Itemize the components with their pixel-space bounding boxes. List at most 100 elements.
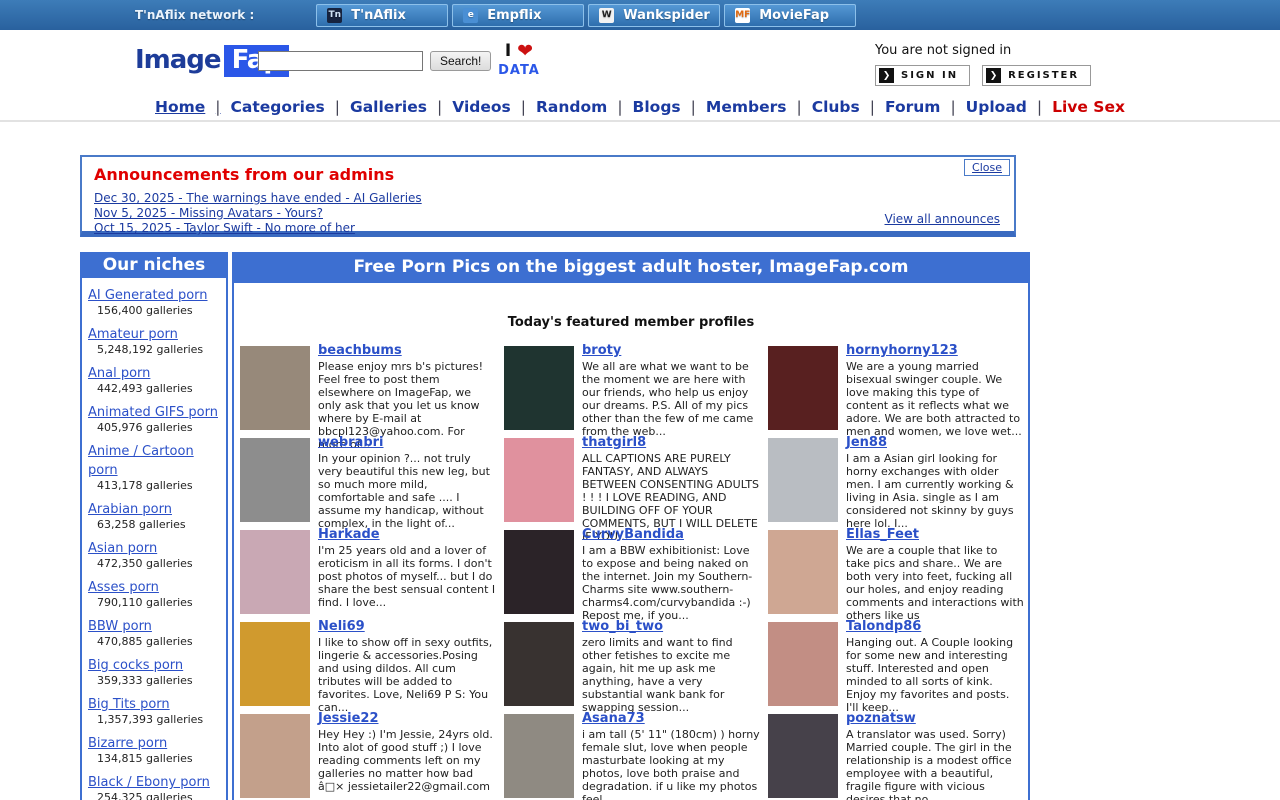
- profile-thumbnail[interactable]: [768, 530, 838, 614]
- niche-item: Black / Ebony porn 254,325 galleries: [88, 771, 220, 800]
- nav-link[interactable]: Upload: [966, 98, 1042, 116]
- profile-description: We are a young married bisexual swinger …: [846, 360, 1024, 438]
- profile-username-link[interactable]: broty: [582, 343, 621, 358]
- profile-card: Asana73 i am tall (5' 11" (180cm) ) horn…: [504, 707, 760, 799]
- search-button[interactable]: Search!: [430, 51, 491, 71]
- main-nav: Home Categories Galleries Videos Random …: [0, 93, 1280, 122]
- profile-thumbnail[interactable]: [768, 714, 838, 798]
- niche-gallery-count: 413,178 galleries: [88, 479, 220, 492]
- nav-link[interactable]: Home: [155, 98, 221, 116]
- announcement-link[interactable]: Dec 30, 2025 - The warnings have ended -…: [94, 191, 1002, 206]
- niche-link[interactable]: Amateur porn: [88, 327, 178, 342]
- profile-thumbnail[interactable]: [768, 346, 838, 430]
- profile-thumbnail[interactable]: [504, 438, 574, 522]
- profile-description: In your opinion ?... not truly very beau…: [318, 452, 496, 530]
- profile-thumbnail[interactable]: [504, 714, 574, 798]
- profile-card: Ellas_Feet We are a couple that like to …: [768, 523, 1024, 615]
- profile-card: hornyhorny123 We are a young married bis…: [768, 339, 1024, 431]
- profile-username-link[interactable]: two_bi_two: [582, 619, 663, 634]
- niches-title: Our niches: [82, 254, 226, 278]
- network-bar: T'nAflix network : Tn T'nAflix e Empflix…: [0, 0, 1280, 30]
- nav-link[interactable]: Live Sex: [1052, 98, 1125, 116]
- network-site-button[interactable]: Tn T'nAflix: [316, 4, 448, 27]
- niche-link[interactable]: AI Generated porn: [88, 288, 208, 303]
- network-site-button[interactable]: e Empflix: [452, 4, 584, 27]
- niche-link[interactable]: Anime / Cartoon porn: [88, 444, 194, 478]
- profile-card: webrabri In your opinion ?... not truly …: [240, 431, 496, 523]
- niche-link[interactable]: Black / Ebony porn: [88, 775, 210, 790]
- niche-gallery-count: 470,885 galleries: [88, 635, 220, 648]
- nav-link[interactable]: Clubs: [812, 98, 875, 116]
- nav-link[interactable]: Galleries: [350, 98, 442, 116]
- profile-username-link[interactable]: Harkade: [318, 527, 380, 542]
- niche-link[interactable]: Bizarre porn: [88, 736, 167, 751]
- logo-image-part: Image: [135, 45, 221, 75]
- account-area: You are not signed in ❯ SIGN IN ❯ REGIST…: [875, 43, 1091, 86]
- announcement-link[interactable]: Oct 15, 2025 - Taylor Swift - No more of…: [94, 221, 1002, 236]
- nav-link[interactable]: Blogs: [633, 98, 696, 116]
- network-site-icon: MF: [735, 8, 750, 23]
- sign-in-button[interactable]: ❯ SIGN IN: [875, 65, 970, 86]
- profile-username-link[interactable]: Ellas_Feet: [846, 527, 919, 542]
- profile-username-link[interactable]: Neli69: [318, 619, 365, 634]
- niche-link[interactable]: Anal porn: [88, 366, 150, 381]
- nav-link[interactable]: Members: [706, 98, 802, 116]
- data-logo-word: DATA: [496, 64, 542, 77]
- profile-thumbnail[interactable]: [240, 438, 310, 522]
- profile-thumbnail[interactable]: [240, 530, 310, 614]
- arrow-icon: ❯: [986, 68, 1001, 83]
- announcement-link[interactable]: Nov 5, 2025 - Missing Avatars - Yours?: [94, 206, 1002, 221]
- nav-link[interactable]: Random: [536, 98, 623, 116]
- profile-thumbnail[interactable]: [240, 346, 310, 430]
- nav-link[interactable]: Videos: [452, 98, 526, 116]
- niche-link[interactable]: Animated GIFS porn: [88, 405, 218, 420]
- niche-item: Asses porn 790,110 galleries: [88, 576, 220, 609]
- profile-thumbnail[interactable]: [768, 622, 838, 706]
- profile-thumbnail[interactable]: [240, 622, 310, 706]
- network-site-button[interactable]: W Wankspider: [588, 4, 720, 27]
- profile-username-link[interactable]: webrabri: [318, 435, 384, 450]
- profile-username-link[interactable]: CurvyBandida: [582, 527, 684, 542]
- niche-link[interactable]: Asian porn: [88, 541, 157, 556]
- niche-link[interactable]: BBW porn: [88, 619, 152, 634]
- profile-thumbnail[interactable]: [240, 714, 310, 798]
- profile-thumbnail[interactable]: [504, 530, 574, 614]
- profile-card: Neli69 I like to show off in sexy outfit…: [240, 615, 496, 707]
- network-site-button[interactable]: MF MovieFap: [724, 4, 856, 27]
- announcements-title: Announcements from our admins: [94, 165, 1002, 184]
- profile-card: Talondp86 Hanging out. A Couple looking …: [768, 615, 1024, 707]
- close-button[interactable]: Close: [964, 159, 1010, 176]
- profile-card: thatgirl8 ALL CAPTIONS ARE PURELY FANTAS…: [504, 431, 760, 523]
- niche-item: Anal porn 442,493 galleries: [88, 362, 220, 395]
- search-input[interactable]: [258, 51, 423, 71]
- niche-gallery-count: 359,333 galleries: [88, 674, 220, 687]
- niche-link[interactable]: Asses porn: [88, 580, 159, 595]
- network-site-label: MovieFap: [759, 8, 829, 23]
- profile-thumbnail[interactable]: [504, 346, 574, 430]
- search-form: Search!: [258, 51, 491, 71]
- profile-username-link[interactable]: Jessie22: [318, 711, 379, 726]
- profile-card: Harkade I'm 25 years old and a lover of …: [240, 523, 496, 615]
- view-all-announces-link[interactable]: View all announces: [885, 212, 1000, 226]
- niche-link[interactable]: Big Tits porn: [88, 697, 170, 712]
- profile-username-link[interactable]: Asana73: [582, 711, 645, 726]
- profile-card: beachbums Please enjoy mrs b's pictures!…: [240, 339, 496, 431]
- niche-link[interactable]: Big cocks porn: [88, 658, 183, 673]
- profile-username-link[interactable]: Talondp86: [846, 619, 921, 634]
- nav-link[interactable]: Categories: [231, 98, 340, 116]
- profile-thumbnail[interactable]: [768, 438, 838, 522]
- profile-card: CurvyBandida I am a BBW exhibitionist: L…: [504, 523, 760, 615]
- register-button[interactable]: ❯ REGISTER: [982, 65, 1091, 86]
- niche-link[interactable]: Arabian porn: [88, 502, 172, 517]
- profile-thumbnail[interactable]: [504, 622, 574, 706]
- niche-item: Arabian porn 63,258 galleries: [88, 498, 220, 531]
- profile-username-link[interactable]: Jen88: [846, 435, 887, 450]
- profile-username-link[interactable]: beachbums: [318, 343, 402, 358]
- profile-description: We all are what we want to be the moment…: [582, 360, 760, 438]
- profile-info: webrabri In your opinion ?... not truly …: [318, 431, 496, 523]
- profile-username-link[interactable]: hornyhorny123: [846, 343, 958, 358]
- nav-link[interactable]: Forum: [885, 98, 956, 116]
- niche-item: BBW porn 470,885 galleries: [88, 615, 220, 648]
- profile-username-link[interactable]: poznatsw: [846, 711, 916, 726]
- profile-username-link[interactable]: thatgirl8: [582, 435, 646, 450]
